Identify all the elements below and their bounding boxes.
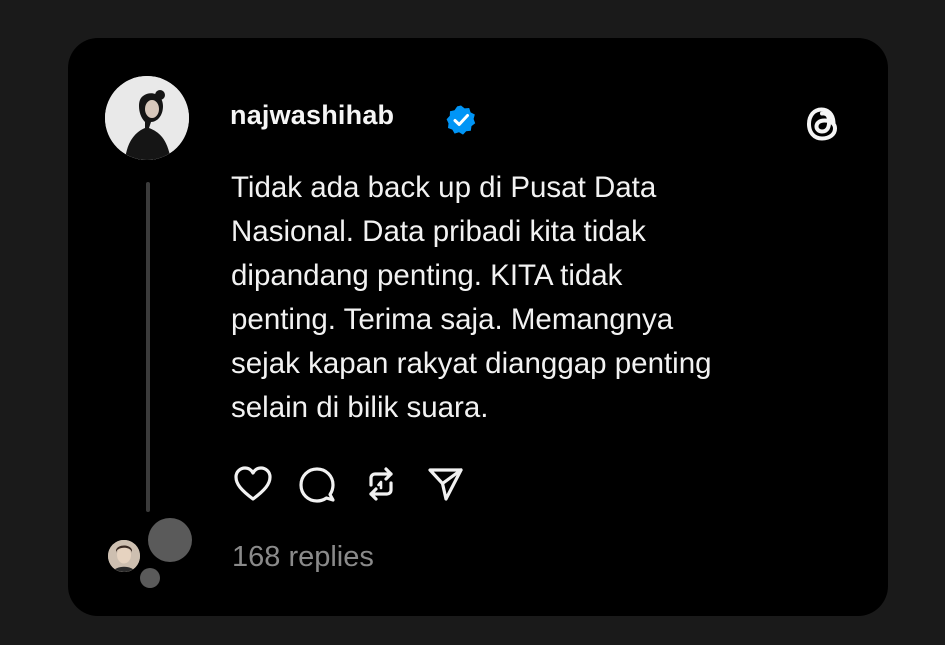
like-button[interactable]	[232, 464, 274, 504]
thread-line	[146, 182, 150, 512]
comment-bubble-icon	[299, 467, 335, 503]
reply-avatar-placeholder	[148, 518, 192, 562]
replies-count-link[interactable]: 168 replies	[232, 541, 374, 574]
author-username[interactable]: najwashihab	[230, 100, 394, 131]
reply-avatar-placeholder-small	[140, 568, 160, 588]
repost-button[interactable]	[360, 464, 402, 504]
post-actions	[232, 464, 488, 504]
repost-icon	[369, 467, 393, 501]
verified-badge-icon	[445, 104, 477, 136]
share-button[interactable]	[424, 464, 466, 504]
comment-button[interactable]	[296, 464, 338, 504]
threads-logo-icon[interactable]	[803, 102, 843, 146]
send-icon	[428, 468, 463, 501]
post-card: najwashihab Tidak ada back up di Pusat D…	[68, 38, 888, 616]
author-avatar[interactable]	[105, 76, 189, 160]
reply-avatar-image	[108, 540, 140, 572]
author-avatar-image	[105, 76, 189, 160]
post-text: Tidak ada back up di Pusat Data Nasional…	[231, 171, 712, 424]
reply-avatar[interactable]	[106, 538, 142, 574]
heart-icon	[234, 466, 272, 501]
